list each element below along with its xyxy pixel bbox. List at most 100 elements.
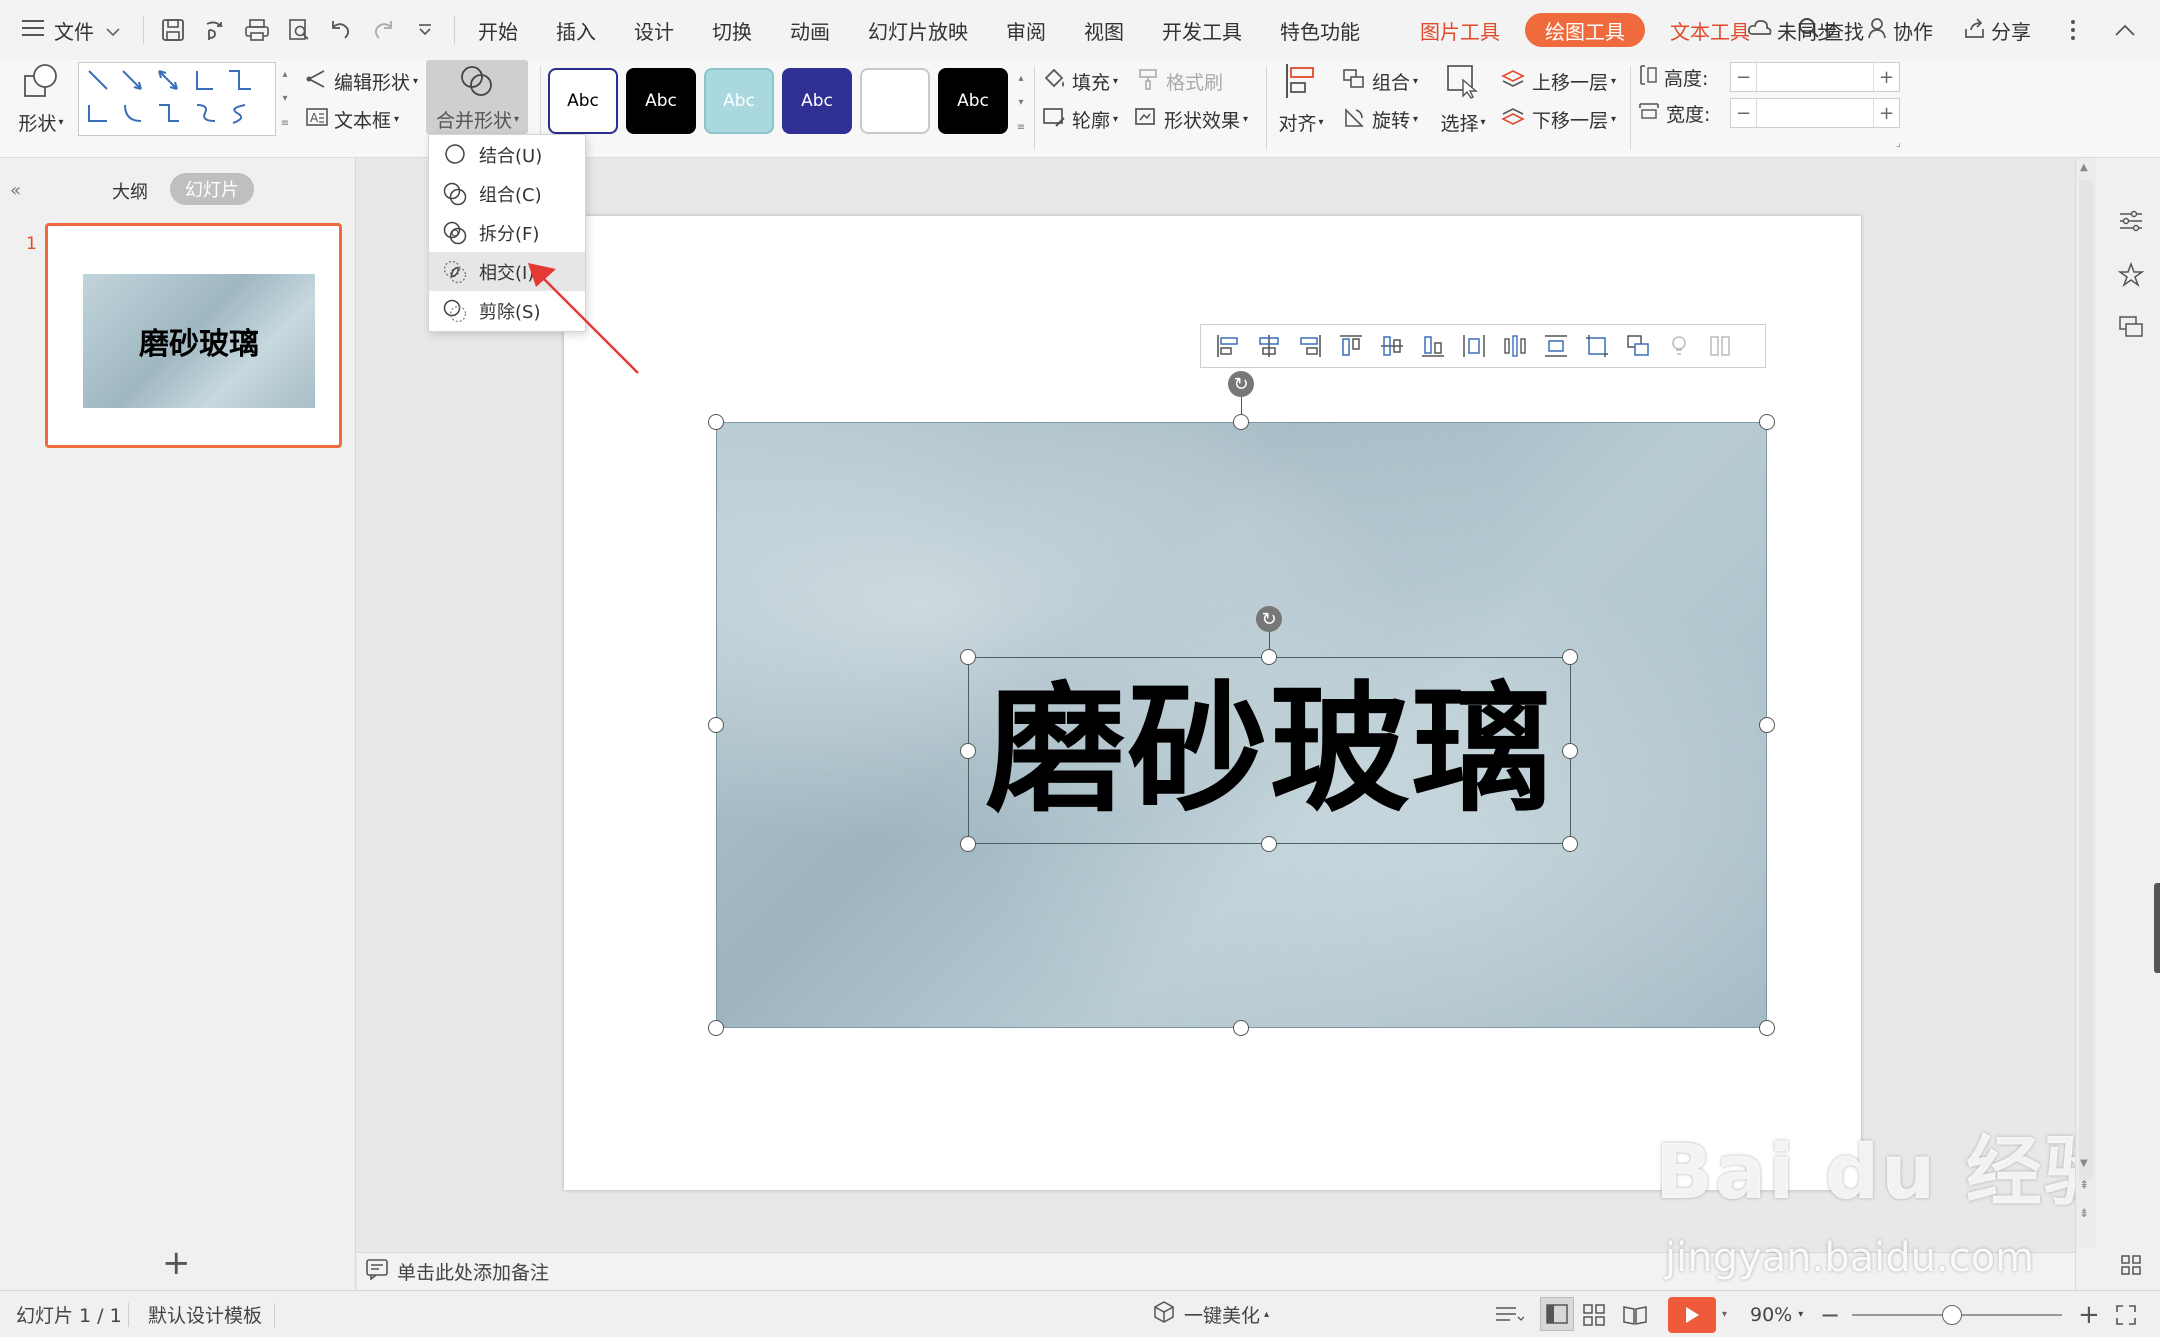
align-button[interactable]: 对齐 ▾ <box>1274 62 1328 136</box>
shape-style-6[interactable]: Abc <box>938 68 1008 134</box>
collapse-ribbon-icon[interactable] <box>2108 13 2142 47</box>
fit-window-icon[interactable] <box>2114 1291 2138 1337</box>
fill-button[interactable]: 填充 ▾ <box>1042 68 1118 95</box>
rotate-handle-icon[interactable]: ↻ <box>1228 371 1254 397</box>
print-preview-icon[interactable] <box>282 13 316 47</box>
text-resize-handle[interactable] <box>960 649 976 665</box>
align-bottom-icon[interactable] <box>1412 328 1453 364</box>
scroll-down-icon[interactable]: ▼ <box>2080 1158 2088 1169</box>
collapse-panel-icon[interactable]: « <box>10 180 21 201</box>
menu-item-union[interactable]: 结合(U) <box>429 135 585 174</box>
text-resize-handle[interactable] <box>1261 649 1277 665</box>
slide-switch-icon[interactable] <box>2114 310 2148 344</box>
height-input[interactable]: − + <box>1730 62 1900 92</box>
tab-slideshow[interactable]: 幻灯片放映 <box>853 0 983 60</box>
zoom-slider[interactable] <box>1852 1291 2062 1337</box>
properties-icon[interactable] <box>2114 204 2148 238</box>
height-increment[interactable]: + <box>1873 63 1899 91</box>
scroll-thumb[interactable] <box>2079 180 2093 1180</box>
group-objects-icon[interactable] <box>1617 328 1658 364</box>
resize-handle[interactable] <box>708 717 724 733</box>
title-textbox[interactable]: 磨砂玻璃 <box>968 657 1571 844</box>
resize-handle[interactable] <box>708 1020 724 1036</box>
line-shapes-gallery[interactable] <box>78 62 276 136</box>
tab-drawing-tools[interactable]: 绘图工具 <box>1525 13 1645 47</box>
format-painter-button[interactable]: 格式刷 <box>1138 68 1223 95</box>
beautify-button[interactable]: 一键美化 ▴ <box>1152 1291 1269 1337</box>
send-backward-button[interactable]: 下移一层 ▾ <box>1500 106 1616 133</box>
text-resize-handle[interactable] <box>1562 743 1578 759</box>
tab-view[interactable]: 视图 <box>1069 0 1139 60</box>
vertical-scrollbar[interactable]: ▲ ▼ ⇞ ⇟ <box>2076 158 2096 1248</box>
styles-gallery-scroll[interactable]: ▴ ▾ ≡ <box>1014 66 1028 140</box>
merge-shapes-button[interactable]: 合并形状 ▾ <box>426 60 528 134</box>
text-rotate-handle-icon[interactable]: ↻ <box>1256 606 1282 632</box>
align-center-icon[interactable] <box>1248 328 1289 364</box>
scroll-up-icon[interactable]: ▲ <box>2080 162 2088 173</box>
align-middle-icon[interactable] <box>1371 328 1412 364</box>
gallery-scroll[interactable]: ▴ ▾ ≡ <box>278 62 292 136</box>
reading-view-icon[interactable] <box>1622 1291 1648 1337</box>
layout-columns-icon[interactable] <box>1699 328 1740 364</box>
resize-handle[interactable] <box>1233 414 1249 430</box>
outline-button[interactable]: 轮廓 ▾ <box>1042 106 1118 133</box>
text-resize-handle[interactable] <box>960 836 976 852</box>
menu-item-fragment[interactable]: 拆分(F) <box>429 213 585 252</box>
design-template-name[interactable]: 默认设计模板 <box>148 1291 262 1337</box>
collab-button[interactable]: 协作 <box>1852 0 1948 60</box>
play-slideshow-button[interactable]: ▾ <box>1668 1291 1727 1337</box>
sync-button[interactable]: 未同步 <box>1732 0 1852 60</box>
slide-sorter-icon[interactable] <box>1582 1291 1606 1337</box>
sidebar-pull-tab[interactable] <box>2154 883 2160 973</box>
text-resize-handle[interactable] <box>1562 649 1578 665</box>
tab-home[interactable]: 开始 <box>463 0 533 60</box>
shape-style-3[interactable]: Abc <box>704 68 774 134</box>
animation-icon[interactable] <box>2114 258 2148 292</box>
group-button[interactable]: 组合 ▾ <box>1342 68 1418 95</box>
menu-item-combine[interactable]: 组合(C) <box>429 174 585 213</box>
align-left-icon[interactable] <box>1207 328 1248 364</box>
share-button[interactable]: 分享 <box>1948 0 2046 60</box>
prev-page-icon[interactable]: ⇞ <box>2079 1178 2089 1192</box>
shape-style-2[interactable]: Abc <box>626 68 696 134</box>
add-slide-button[interactable]: + <box>162 1243 191 1283</box>
resize-handle[interactable] <box>708 414 724 430</box>
align-right-icon[interactable] <box>1289 328 1330 364</box>
tab-outline[interactable]: 大纲 <box>112 178 148 204</box>
rotate-button[interactable]: 旋转 ▾ <box>1342 106 1418 133</box>
height-decrement[interactable]: − <box>1731 63 1757 91</box>
select-button[interactable]: 选择 ▾ <box>1436 62 1490 136</box>
shape-style-1[interactable]: Abc <box>548 68 618 134</box>
tab-transitions[interactable]: 切换 <box>697 0 767 60</box>
tab-picture-tools[interactable]: 图片工具 <box>1405 0 1515 60</box>
slide-thumbnail[interactable]: 磨砂玻璃 <box>45 223 342 448</box>
redo-icon[interactable] <box>366 13 400 47</box>
normal-view-icon[interactable] <box>1540 1297 1574 1331</box>
tab-animations[interactable]: 动画 <box>775 0 845 60</box>
tab-review[interactable]: 审阅 <box>991 0 1061 60</box>
print-icon[interactable] <box>240 13 274 47</box>
resize-handle[interactable] <box>1759 414 1775 430</box>
undo-icon[interactable] <box>324 13 358 47</box>
align-top-icon[interactable] <box>1330 328 1371 364</box>
tab-insert[interactable]: 插入 <box>541 0 611 60</box>
zoom-knob[interactable] <box>1942 1304 1962 1325</box>
light-bulb-icon[interactable] <box>1658 328 1699 364</box>
next-page-icon[interactable]: ⇟ <box>2079 1206 2089 1220</box>
zoom-in-button[interactable]: + <box>2078 1291 2100 1337</box>
zoom-out-button[interactable]: − <box>1820 1291 1840 1337</box>
zoom-level[interactable]: 90% ▾ <box>1750 1291 1803 1337</box>
resize-handle[interactable] <box>1233 1020 1249 1036</box>
tab-slides[interactable]: 幻灯片 <box>170 173 254 205</box>
shape-button[interactable]: 形状 ▾ <box>14 62 68 136</box>
file-menu[interactable]: 文件 <box>0 0 135 60</box>
edit-shape-button[interactable]: 编辑形状 ▾ <box>306 68 418 95</box>
tab-design[interactable]: 设计 <box>619 0 689 60</box>
resize-handle[interactable] <box>1759 717 1775 733</box>
distribute-horizontal-icon[interactable] <box>1453 328 1494 364</box>
quick-access-more-icon[interactable] <box>408 13 442 47</box>
width-decrement[interactable]: − <box>1731 99 1757 127</box>
notes-toggle-icon[interactable] <box>1494 1291 1524 1337</box>
width-increment[interactable]: + <box>1873 99 1899 127</box>
text-resize-handle[interactable] <box>960 743 976 759</box>
